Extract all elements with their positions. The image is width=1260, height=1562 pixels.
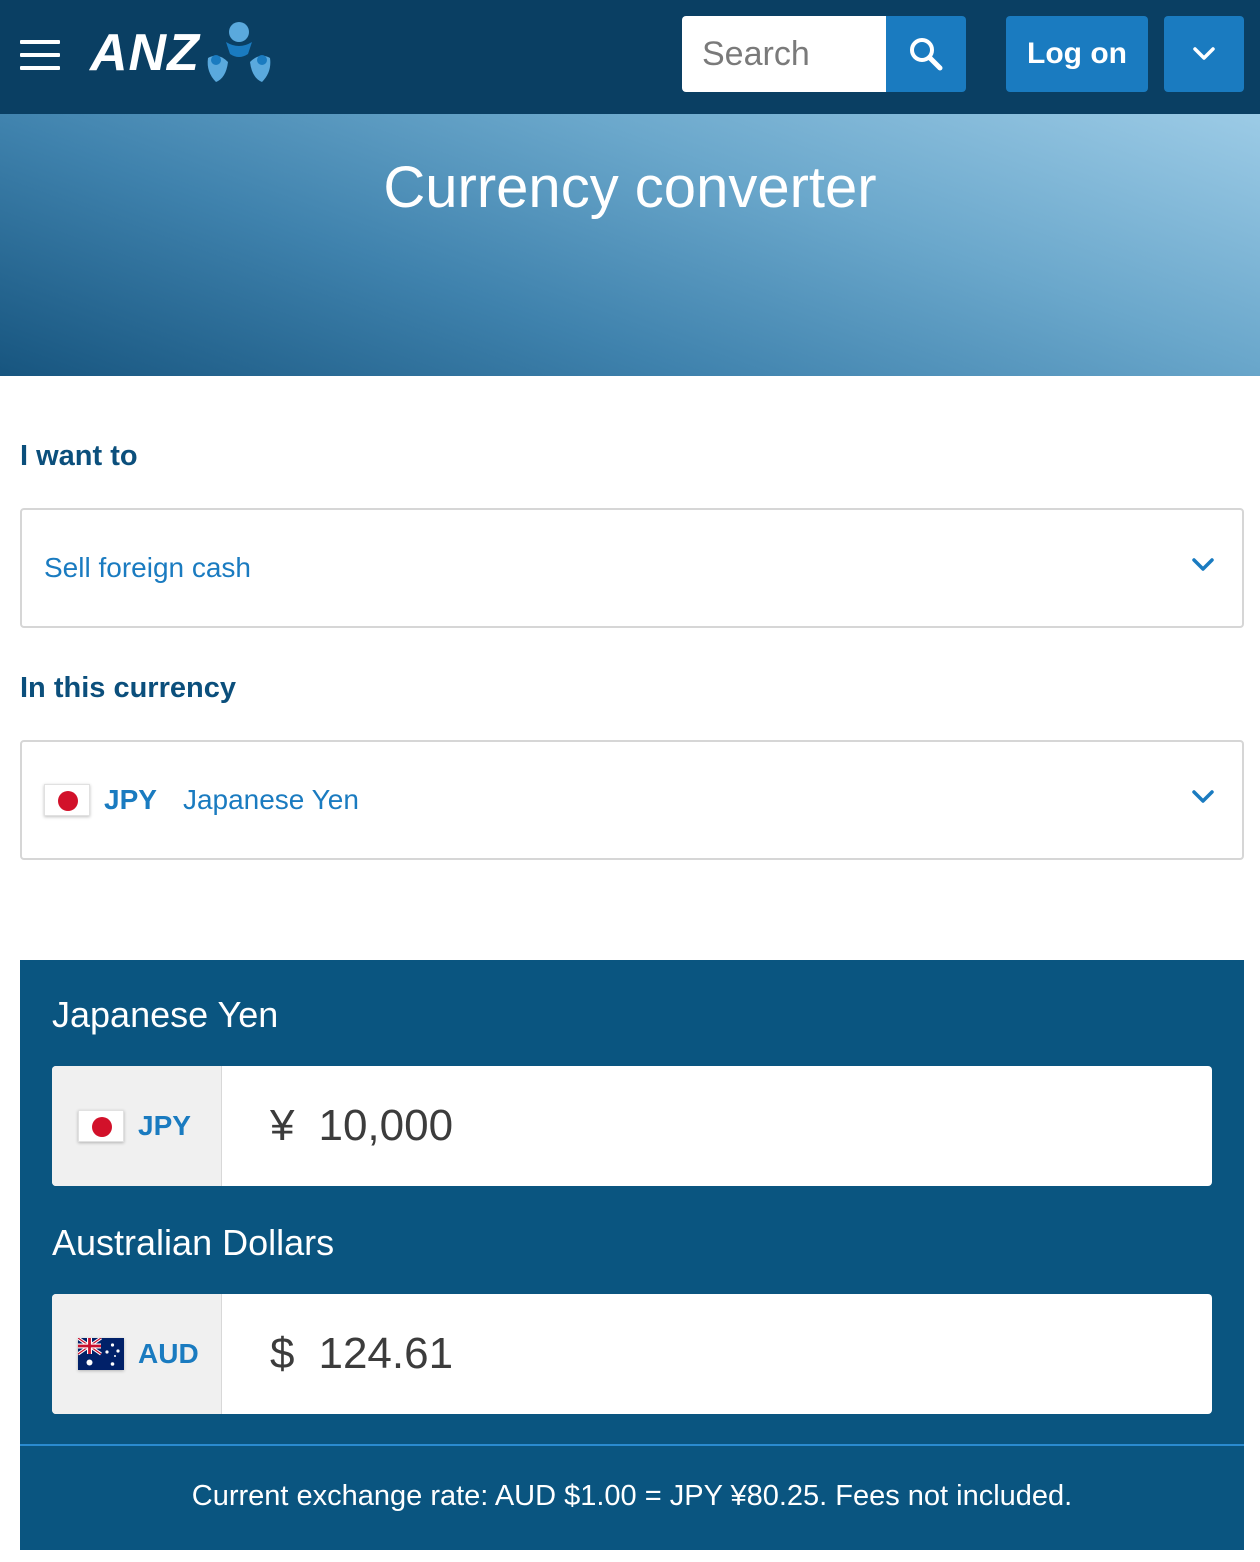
from-amount-value[interactable]: 10,000 [318,1101,453,1151]
search-button[interactable] [886,16,966,92]
to-currency-code: AUD [138,1338,199,1369]
japan-flag-icon [78,1110,124,1142]
action-select[interactable]: Sell foreign cash [20,508,1244,628]
to-currency-symbol: $ [270,1329,295,1378]
australia-flag-icon [78,1338,124,1370]
search-input[interactable] [702,34,882,74]
chevron-down-icon [1193,47,1215,60]
to-currency-title: Australian Dollars [52,1222,335,1263]
action-label: I want to [20,440,138,472]
from-amount-row: JPY ¥ 10,000 [52,1066,1212,1186]
to-amount-value[interactable]: 124.61 [318,1329,453,1379]
chevron-down-icon [1192,558,1214,571]
chevron-down-icon [1192,790,1214,803]
from-currency-code-box: JPY [52,1066,222,1186]
converter-panel: Japanese Yen JPY ¥ 10,000 Australian Dol… [20,960,1244,1550]
from-currency-code: JPY [138,1110,191,1141]
hamburger-menu-icon[interactable] [20,40,60,70]
to-currency-code-box: AUD [52,1294,222,1414]
currency-label: In this currency [20,672,236,704]
to-amount-field[interactable]: $ 124.61 [222,1294,1212,1414]
hero-banner: Currency converter [0,114,1260,376]
log-on-menu-button[interactable] [1164,16,1244,92]
from-currency-symbol: ¥ [270,1101,295,1150]
anz-people-icon [207,22,271,82]
currency-select-name: Japanese Yen [182,784,359,815]
currency-select[interactable]: JPY Japanese Yen [20,740,1244,860]
currency-select-code: JPY [104,784,157,815]
page-title: Currency converter [383,155,877,220]
from-currency-title: Japanese Yen [52,994,279,1035]
from-amount-field[interactable]: ¥ 10,000 [222,1066,1212,1186]
to-amount-row: AUD $ 124.61 [52,1294,1212,1414]
top-navigation-bar: ANZ Log on [0,0,1260,114]
exchange-rate-text: Current exchange rate: AUD $1.00 = JPY ¥… [191,1480,1073,1512]
search-field[interactable] [682,16,886,92]
search-icon [910,38,943,71]
log-on-button[interactable]: Log on [1006,16,1148,92]
anz-logo[interactable]: ANZ [90,18,274,88]
panel-divider [20,1444,1244,1446]
japan-flag-icon [44,784,90,816]
action-select-value: Sell foreign cash [44,552,252,583]
logo-text: ANZ [90,24,200,82]
